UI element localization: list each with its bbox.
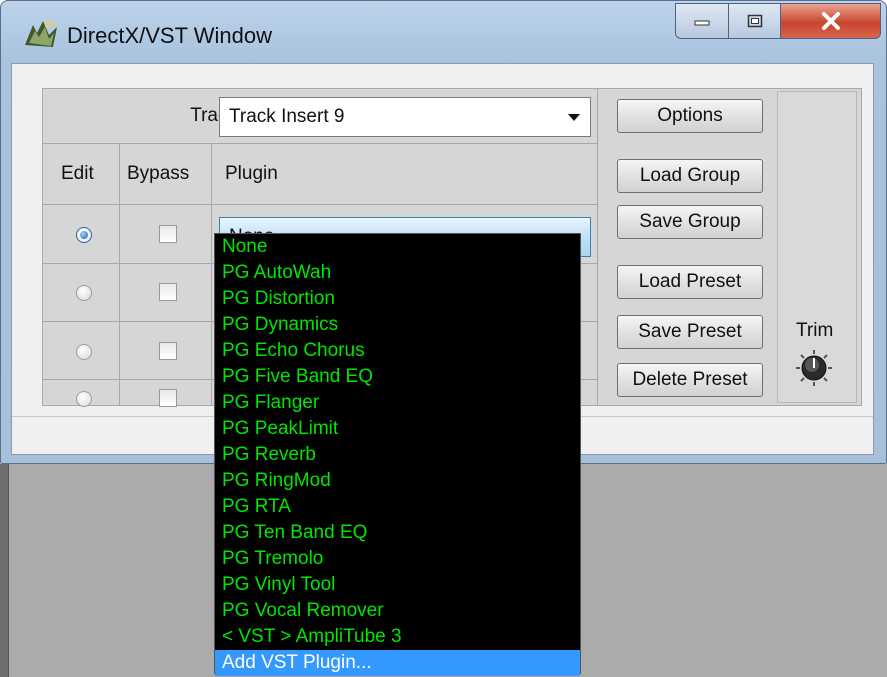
bypass-checkbox-4[interactable] — [159, 389, 177, 407]
edit-header: Edit — [61, 163, 94, 184]
bypass-checkbox-2[interactable] — [159, 283, 177, 301]
bypass-header: Bypass — [127, 163, 190, 184]
bypass-checkbox-3[interactable] — [159, 342, 177, 360]
minimize-button[interactable] — [675, 3, 729, 39]
dropdown-option[interactable]: PG Echo Chorus — [215, 338, 580, 364]
divider — [43, 143, 597, 144]
dropdown-option[interactable]: PG AutoWah — [215, 260, 580, 286]
dropdown-option[interactable]: PG RTA — [215, 494, 580, 520]
dropdown-option[interactable]: None — [215, 234, 580, 260]
trim-label: Trim — [796, 320, 834, 341]
divider — [211, 143, 212, 405]
minimize-icon — [694, 20, 710, 26]
dropdown-option[interactable]: PG PeakLimit — [215, 416, 580, 442]
divider — [597, 89, 598, 405]
edit-radio-2[interactable] — [76, 285, 92, 301]
plugin-header: Plugin — [225, 163, 278, 184]
delete-preset-button[interactable]: Delete Preset — [617, 363, 763, 397]
edit-radio-1[interactable] — [76, 227, 92, 243]
save-preset-button[interactable]: Save Preset — [617, 315, 763, 349]
plugin-dropdown-list[interactable]: None PG AutoWah PG Distortion PG Dynamic… — [214, 233, 581, 676]
maximize-icon — [747, 14, 762, 28]
save-group-button[interactable]: Save Group — [617, 205, 763, 239]
dropdown-option[interactable]: PG Reverb — [215, 442, 580, 468]
close-button[interactable] — [781, 3, 881, 39]
close-icon — [821, 12, 840, 30]
load-group-button[interactable]: Load Group — [617, 159, 763, 193]
dropdown-option[interactable]: PG Distortion — [215, 286, 580, 312]
track-select[interactable]: Track Insert 9 — [219, 97, 591, 137]
app-icon — [25, 21, 57, 47]
caption-buttons — [675, 3, 881, 39]
track-select-value: Track Insert 9 — [229, 106, 345, 127]
window-title: DirectX/VST Window — [67, 23, 272, 48]
dropdown-option-highlighted[interactable]: Add VST Plugin... — [215, 650, 580, 676]
maximize-button[interactable] — [729, 3, 781, 39]
load-preset-button[interactable]: Load Preset — [617, 265, 763, 299]
title-bar[interactable]: DirectX/VST Window — [1, 1, 887, 63]
dropdown-option[interactable]: PG Ten Band EQ — [215, 520, 580, 546]
knob-icon[interactable] — [796, 350, 832, 386]
dropdown-option[interactable]: PG Vinyl Tool — [215, 572, 580, 598]
edit-radio-4[interactable] — [76, 391, 92, 407]
divider — [119, 143, 120, 405]
bypass-checkbox-1[interactable] — [159, 225, 177, 243]
dropdown-option[interactable]: PG Tremolo — [215, 546, 580, 572]
dropdown-option[interactable]: < VST > AmpliTube 3 — [215, 624, 580, 650]
dropdown-option[interactable]: PG Five Band EQ — [215, 364, 580, 390]
divider — [43, 204, 597, 205]
options-button[interactable]: Options — [617, 99, 763, 133]
radio-dot — [80, 231, 88, 239]
dropdown-option[interactable]: PG RingMod — [215, 468, 580, 494]
edit-radio-3[interactable] — [76, 344, 92, 360]
trim-panel: Trim — [777, 91, 857, 403]
dropdown-option[interactable]: PG Vocal Remover — [215, 598, 580, 624]
chevron-down-icon — [568, 114, 580, 121]
dropdown-option[interactable]: PG Dynamics — [215, 312, 580, 338]
dropdown-option[interactable]: PG Flanger — [215, 390, 580, 416]
